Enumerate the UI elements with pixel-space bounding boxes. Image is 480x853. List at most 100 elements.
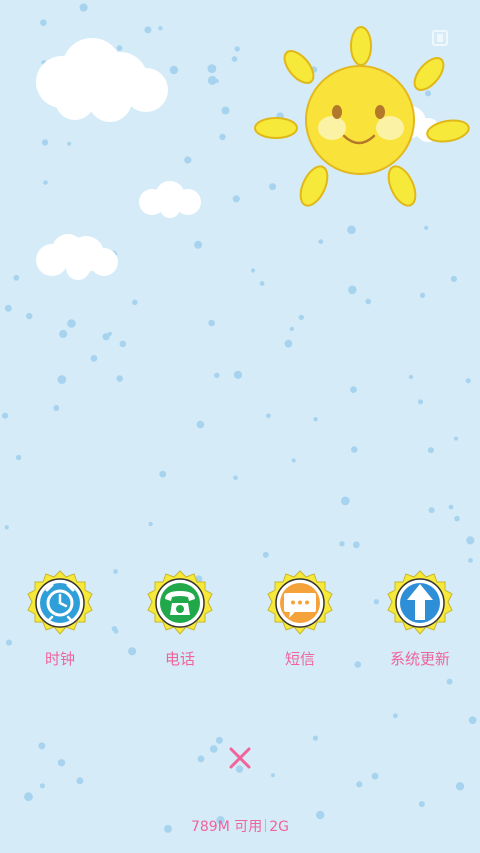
snow-dot xyxy=(354,661,362,668)
snow-dot xyxy=(313,417,318,422)
alarm-clock-icon xyxy=(25,570,95,636)
snow-dot xyxy=(291,458,296,463)
snow-dot xyxy=(234,46,240,52)
snow-dot xyxy=(271,773,275,778)
snow-dot xyxy=(215,736,223,744)
snow-dot xyxy=(262,551,269,558)
snow-dot xyxy=(468,558,473,563)
cloud-small xyxy=(139,181,201,218)
network-type: 2G xyxy=(269,819,290,835)
snow-dot xyxy=(318,239,324,245)
snow-dot xyxy=(169,65,179,75)
cloud-medium xyxy=(36,234,118,280)
snow-dot xyxy=(266,413,271,419)
snow-dot xyxy=(207,64,217,73)
app-sms-label: 短信 xyxy=(284,650,315,668)
snow-dot xyxy=(269,183,277,191)
snow-dot xyxy=(347,225,356,235)
app-system-update-label: 系统更新 xyxy=(389,650,450,668)
snow-dot xyxy=(284,339,293,348)
snow-dot xyxy=(38,742,46,750)
snow-dot xyxy=(356,781,363,788)
snow-dot xyxy=(144,26,152,34)
cloud-large xyxy=(36,38,168,122)
snow-dot xyxy=(57,375,67,384)
snow-dot xyxy=(184,156,192,164)
snow-dot xyxy=(196,420,205,429)
snow-dot xyxy=(465,378,471,384)
snow-dot xyxy=(233,475,238,481)
snow-dot xyxy=(76,777,84,785)
app-clock[interactable]: 时钟 xyxy=(5,570,115,680)
snow-dot xyxy=(425,90,432,97)
snow-dot xyxy=(371,772,379,780)
snow-dot xyxy=(197,755,205,763)
sun-illustration xyxy=(254,26,470,207)
snow-dot xyxy=(116,45,123,51)
app-clock-label: 时钟 xyxy=(44,650,75,668)
snow-dot xyxy=(450,275,457,282)
up-arrow-icon xyxy=(385,570,455,636)
snow-dot xyxy=(427,447,434,454)
snow-dot xyxy=(454,515,460,522)
snow-dot xyxy=(348,285,357,295)
snow-dot xyxy=(116,375,123,382)
recent-apps-icon xyxy=(432,30,448,46)
snow-dot xyxy=(79,3,88,12)
snow-dot xyxy=(107,331,112,336)
snow-dot xyxy=(119,340,127,348)
snow-dot xyxy=(26,312,33,320)
snow-dot xyxy=(209,745,218,753)
snow-dot xyxy=(466,536,475,545)
snow-dot xyxy=(59,329,68,339)
app-phone-label: 电话 xyxy=(164,650,195,668)
snow-dot xyxy=(214,372,220,378)
snow-dot xyxy=(207,75,217,85)
snow-dot xyxy=(43,180,48,185)
snow-dot xyxy=(455,782,465,791)
snow-dot xyxy=(428,507,435,514)
snow-dot xyxy=(159,470,167,478)
snow-dot xyxy=(393,713,398,719)
snow-dot xyxy=(350,386,357,393)
snow-dot xyxy=(417,399,424,405)
snow-dot xyxy=(208,319,215,327)
snow-dot xyxy=(289,326,294,332)
snow-dot xyxy=(250,268,256,273)
divider xyxy=(265,819,267,832)
snow-dot xyxy=(148,521,153,527)
snow-dot xyxy=(13,274,20,281)
snow-dot xyxy=(24,792,33,802)
snow-dot xyxy=(352,541,360,549)
snow-dot xyxy=(468,716,477,725)
snow-dot xyxy=(419,292,426,298)
snow-dot xyxy=(418,801,425,808)
snow-dot xyxy=(15,454,22,461)
snow-dot xyxy=(67,141,72,146)
snow-dot xyxy=(4,304,12,312)
snow-dot xyxy=(194,240,203,249)
snow-dot xyxy=(4,525,9,530)
message-bubble-icon xyxy=(265,570,335,636)
snow-dot xyxy=(2,412,9,419)
snow-dot xyxy=(259,281,265,286)
snow-dot xyxy=(408,374,414,380)
app-system-update[interactable]: 系统更新 xyxy=(365,570,475,680)
snow-dot xyxy=(232,195,240,203)
app-phone[interactable]: 电话 xyxy=(125,570,235,680)
snow-dot xyxy=(132,299,138,306)
snow-dot xyxy=(219,133,226,141)
snow-dot xyxy=(231,56,238,62)
snow-dot xyxy=(90,355,98,362)
snow-dot xyxy=(453,436,459,441)
snow-dot xyxy=(339,541,345,547)
close-x-icon[interactable] xyxy=(226,744,254,772)
snow-dot xyxy=(53,405,60,411)
snow-dot xyxy=(41,139,49,146)
wallpaper xyxy=(2,3,477,833)
app-sms[interactable]: 短信 xyxy=(245,570,355,680)
snow-dot xyxy=(67,319,76,328)
memory-status: 789M 可用 2G xyxy=(0,816,480,836)
snow-dot xyxy=(424,225,429,230)
snow-dot xyxy=(298,314,304,321)
